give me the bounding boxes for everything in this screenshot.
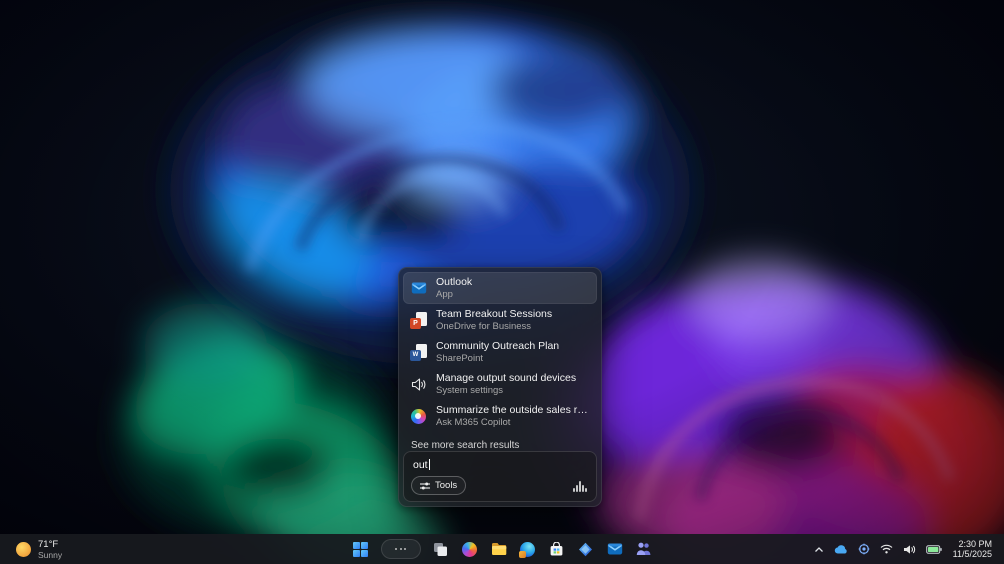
file-explorer-icon: [491, 543, 506, 555]
ellipsis-icon: [380, 539, 421, 559]
network-tray-button[interactable]: [877, 538, 896, 560]
gear-icon: [858, 543, 870, 555]
edge-browser-icon: [519, 541, 535, 558]
m365-copilot-app-icon: [462, 541, 477, 557]
search-result-row[interactable]: W Community Outreach Plan SharePoint: [403, 336, 597, 368]
teams-people-icon: [636, 542, 650, 555]
search-result-row[interactable]: P Team Breakout Sessions OneDrive for Bu…: [403, 304, 597, 336]
volume-tray-button[interactable]: [900, 538, 919, 560]
battery-tray-button[interactable]: [923, 538, 945, 560]
outlook-app-button[interactable]: [603, 537, 627, 561]
search-query-text: out: [413, 459, 587, 471]
search-result-row[interactable]: Summarize the outside sales report Ask M…: [403, 400, 597, 432]
result-subtitle: SharePoint: [436, 352, 484, 364]
settings-sync-tray-button[interactable]: [855, 538, 873, 560]
result-title: Summarize the outside sales report: [436, 403, 591, 416]
result-title: Outlook: [436, 275, 473, 288]
task-view-icon: [434, 542, 447, 556]
text-caret: [428, 459, 430, 470]
m365-copilot-app-button[interactable]: [458, 537, 482, 561]
taskbar: 71°F Sunny 2:30 PM 11/5/2025: [0, 534, 1004, 564]
teams-people-button[interactable]: [632, 537, 656, 561]
task-view-button[interactable]: [429, 537, 453, 561]
clock-widget[interactable]: 2:30 PM 11/5/2025: [949, 539, 998, 560]
result-subtitle: App: [436, 288, 453, 300]
weather-condition: Sunny: [38, 549, 63, 560]
teams-new-icon: [579, 542, 592, 556]
file-explorer-button[interactable]: [487, 537, 511, 561]
microsoft-store-button[interactable]: [545, 537, 569, 561]
copilot-icon: [410, 408, 427, 425]
taskbar-center-icons: [349, 537, 656, 561]
outlook-icon: [410, 280, 427, 297]
start-button[interactable]: [349, 537, 373, 561]
weather-widget[interactable]: 71°F Sunny: [10, 534, 68, 564]
result-subtitle: Ask M365 Copilot: [436, 416, 511, 428]
result-subtitle: System settings: [436, 384, 504, 396]
clock-time: 2:30 PM: [958, 538, 992, 549]
tools-button-label: Tools: [435, 480, 458, 491]
word-icon: W: [410, 343, 427, 361]
search-result-row[interactable]: Outlook App: [403, 272, 597, 304]
result-title: Team Breakout Sessions: [436, 307, 553, 320]
voice-input-icon[interactable]: [573, 480, 587, 492]
hidden-icons-button[interactable]: [811, 538, 827, 560]
onedrive-icon: [834, 544, 847, 554]
result-title: Manage output sound devices: [436, 371, 577, 384]
search-query-value: out: [413, 459, 428, 471]
search-input[interactable]: out Tools: [403, 451, 597, 502]
sliders-icon: [420, 482, 430, 489]
chevron-up-icon: [814, 546, 823, 552]
search-flyout: Outlook App P Team Breakout Sessions One…: [398, 267, 602, 507]
teams-new-button[interactable]: [574, 537, 598, 561]
clock-date: 11/5/2025: [952, 549, 992, 559]
search-result-row[interactable]: Manage output sound devices System setti…: [403, 368, 597, 400]
system-tray: 2:30 PM 11/5/2025: [811, 534, 998, 564]
microsoft-store-icon: [550, 541, 563, 555]
result-subtitle: OneDrive for Business: [436, 320, 532, 332]
battery-icon: [925, 544, 942, 554]
windows-start-icon: [353, 541, 368, 557]
onedrive-tray-button[interactable]: [831, 538, 851, 560]
speaker-icon: [410, 376, 427, 393]
wifi-icon: [880, 544, 893, 554]
edge-browser-button[interactable]: [516, 537, 540, 561]
tools-button[interactable]: Tools: [411, 476, 467, 495]
volume-icon: [903, 544, 915, 554]
outlook-icon: [607, 543, 622, 555]
weather-temperature: 71°F: [38, 538, 59, 550]
result-title: Community Outreach Plan: [436, 339, 560, 352]
search-results-list: Outlook App P Team Breakout Sessions One…: [403, 272, 597, 432]
sun-icon: [16, 541, 31, 557]
search-pill-button[interactable]: [378, 537, 424, 561]
powerpoint-icon: P: [410, 311, 427, 329]
